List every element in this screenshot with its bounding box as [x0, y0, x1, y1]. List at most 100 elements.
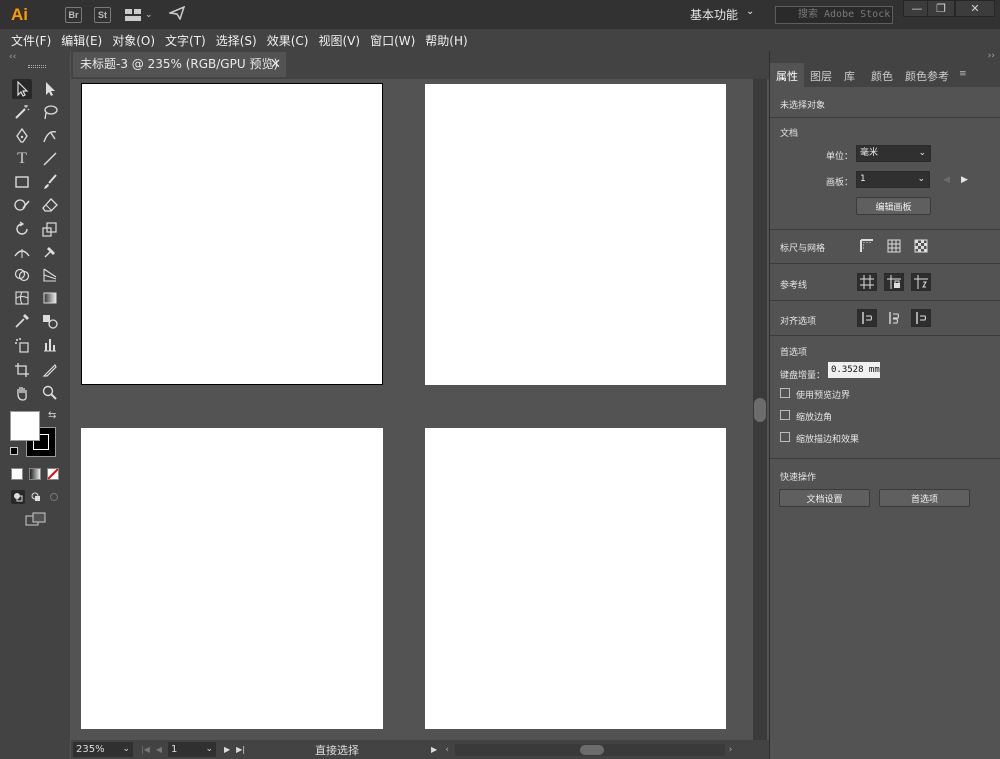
align-to-pixel-grid-icon[interactable] — [857, 309, 877, 327]
artboard-2[interactable] — [425, 84, 726, 385]
prev-artboard-icon[interactable]: ◀ — [156, 745, 162, 754]
snap-to-point-icon[interactable] — [911, 309, 931, 327]
keyboard-increment-input[interactable]: 0.3528 mm — [828, 362, 880, 378]
document-setup-button[interactable]: 文档设置 — [779, 489, 870, 507]
perspective-grid-tool-icon[interactable] — [40, 265, 60, 285]
restore-button[interactable]: ❐ — [927, 0, 955, 17]
blend-tool-icon[interactable] — [40, 311, 60, 331]
menu-effect[interactable]: 效果(C) — [267, 32, 309, 49]
puppet-warp-tool-icon[interactable] — [40, 242, 60, 262]
close-window-button[interactable]: ✕ — [955, 0, 995, 17]
artboard-navigation-field[interactable]: 1 ⌄ — [168, 742, 217, 757]
align-to-glyph-icon[interactable] — [884, 309, 904, 327]
color-mode-button[interactable] — [11, 468, 23, 480]
horizontal-scroll-thumb[interactable] — [579, 744, 604, 755]
panel-menu-icon[interactable]: ≡ — [955, 63, 967, 87]
zoom-tool-icon[interactable] — [40, 383, 60, 403]
horizontal-scrollbar[interactable] — [454, 743, 725, 756]
slice-tool-icon[interactable] — [40, 360, 60, 380]
collapse-panel-icon[interactable]: ›› — [770, 51, 1000, 63]
eraser-tool-icon[interactable] — [40, 195, 60, 215]
menu-object[interactable]: 对象(O) — [112, 32, 155, 49]
artboard-4[interactable] — [425, 428, 726, 729]
tab-color[interactable]: 颜色 — [865, 63, 899, 87]
eyedropper-tool-icon[interactable] — [12, 311, 32, 331]
artboard-1[interactable] — [81, 83, 383, 385]
tab-libraries[interactable]: 库 — [838, 63, 861, 87]
line-segment-tool-icon[interactable] — [40, 149, 60, 169]
share-send-icon[interactable] — [166, 5, 185, 23]
artboard-dropdown[interactable]: 1 ⌄ — [856, 171, 930, 188]
transparency-grid-icon[interactable] — [911, 237, 931, 255]
draw-normal-icon[interactable] — [11, 490, 25, 504]
toolbar-grip[interactable] — [28, 65, 46, 68]
width-tool-icon[interactable] — [12, 242, 32, 262]
current-tool-status[interactable]: 直接选择 — [315, 742, 425, 758]
show-guides-icon[interactable] — [857, 273, 877, 291]
close-tab-icon[interactable]: ✕ — [270, 52, 281, 77]
menu-window[interactable]: 窗口(W) — [370, 32, 415, 49]
tab-layers[interactable]: 图层 — [804, 63, 838, 87]
magic-wand-tool-icon[interactable] — [12, 102, 32, 122]
shaper-tool-icon[interactable] — [12, 195, 32, 215]
first-artboard-icon[interactable]: |◀ — [141, 745, 150, 754]
rulers-icon[interactable] — [857, 237, 877, 255]
stock-search-input[interactable]: 搜索 Adobe Stock — [775, 6, 893, 24]
default-fill-stroke-icon[interactable] — [10, 447, 18, 455]
prev-artboard-panel-icon[interactable]: ◀ — [943, 175, 950, 185]
menu-select[interactable]: 选择(S) — [216, 32, 257, 49]
none-mode-button[interactable] — [47, 468, 59, 480]
unit-dropdown[interactable]: 毫米 ⌄ — [856, 145, 931, 162]
artboard-3[interactable] — [81, 428, 383, 729]
menu-type[interactable]: 文字(T) — [165, 32, 206, 49]
document-tab[interactable]: 未标题-3 @ 235% (RGB/GPU 预览) ✕ — [73, 52, 286, 77]
smart-guides-icon[interactable] — [911, 273, 931, 291]
paintbrush-tool-icon[interactable] — [40, 172, 60, 192]
use-preview-bounds-checkbox[interactable] — [780, 388, 790, 398]
pen-tool-icon[interactable] — [12, 126, 32, 146]
arrange-documents-icon[interactable]: ⌄ — [125, 8, 153, 21]
gradient-mode-button[interactable] — [29, 468, 41, 480]
symbol-sprayer-tool-icon[interactable] — [12, 335, 32, 355]
menu-help[interactable]: 帮助(H) — [425, 32, 467, 49]
edit-artboards-button[interactable]: 编辑画板 — [856, 197, 931, 215]
menu-view[interactable]: 视图(V) — [318, 32, 360, 49]
mesh-tool-icon[interactable] — [12, 288, 32, 308]
draw-inside-icon[interactable] — [47, 490, 61, 504]
bridge-button[interactable]: Br — [65, 6, 82, 23]
column-graph-tool-icon[interactable] — [40, 335, 60, 355]
scroll-left-icon[interactable]: ‹ — [445, 745, 449, 755]
tab-color-guide[interactable]: 颜色参考 — [899, 63, 955, 87]
menu-edit[interactable]: 编辑(E) — [61, 32, 102, 49]
menu-file[interactable]: 文件(F) — [11, 32, 51, 49]
next-artboard-panel-icon[interactable]: ▶ — [961, 175, 968, 185]
vertical-scroll-thumb[interactable] — [754, 398, 766, 422]
gradient-tool-icon[interactable] — [40, 288, 60, 308]
hand-tool-icon[interactable] — [12, 383, 32, 403]
canvas[interactable] — [71, 79, 753, 740]
tab-properties[interactable]: 属性 — [770, 63, 804, 87]
scale-corners-checkbox[interactable] — [780, 410, 790, 420]
lasso-tool-icon[interactable] — [40, 102, 60, 122]
swap-fill-stroke-icon[interactable]: ⇆ — [48, 410, 56, 421]
screen-mode-icon[interactable] — [25, 512, 47, 526]
stock-button[interactable]: St — [94, 6, 111, 23]
direct-selection-tool-icon[interactable] — [40, 79, 60, 99]
status-menu-icon[interactable]: ▶ — [431, 745, 437, 754]
last-artboard-icon[interactable]: ▶| — [236, 745, 245, 754]
type-tool-icon[interactable]: T — [12, 149, 32, 169]
draw-behind-icon[interactable] — [29, 490, 43, 504]
scroll-right-icon[interactable]: › — [729, 745, 733, 755]
rectangle-tool-icon[interactable] — [12, 172, 32, 192]
next-artboard-icon[interactable]: ▶ — [224, 745, 230, 754]
selection-tool-icon[interactable] — [12, 79, 32, 99]
scale-strokes-effects-checkbox[interactable] — [780, 432, 790, 442]
workspace-switcher[interactable]: 基本功能 ⌄ — [690, 6, 754, 23]
curvature-tool-icon[interactable] — [40, 126, 60, 146]
grid-icon[interactable] — [884, 237, 904, 255]
scale-tool-icon[interactable] — [40, 219, 60, 239]
lock-guides-icon[interactable] — [884, 273, 904, 291]
fill-swatch-front[interactable] — [10, 411, 40, 441]
preferences-button[interactable]: 首选项 — [879, 489, 970, 507]
artboard-tool-icon[interactable] — [12, 360, 32, 380]
